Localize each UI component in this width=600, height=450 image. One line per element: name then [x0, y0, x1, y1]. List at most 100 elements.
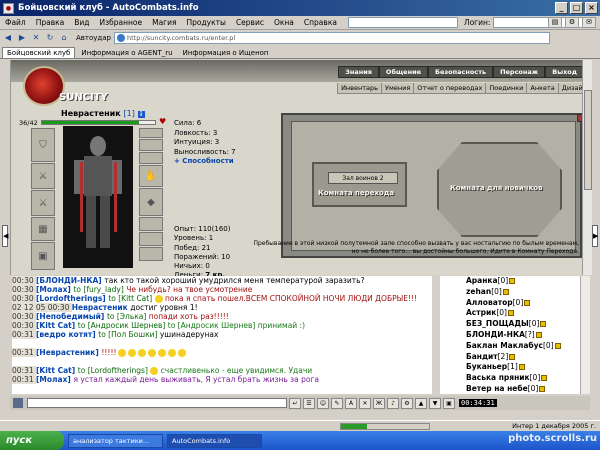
- shield-slot[interactable]: ◆: [139, 188, 163, 216]
- abilities-link[interactable]: + Способности: [174, 157, 236, 167]
- toolbar-icon[interactable]: ▤: [548, 17, 562, 28]
- menu-favorites[interactable]: Избранное: [95, 18, 148, 27]
- chat-time[interactable]: 00:31: [12, 366, 36, 375]
- user-list-item[interactable]: zehan[0]: [466, 287, 580, 298]
- translit-icon[interactable]: Ж: [373, 397, 385, 409]
- userlist-scrollbar[interactable]: [580, 276, 590, 394]
- user-list-item[interactable]: Васька пряник[0]: [466, 373, 580, 384]
- amulet-slot[interactable]: [139, 139, 163, 151]
- chat-nick[interactable]: [БЛОНДИ-НКА]: [36, 276, 104, 285]
- chat-input[interactable]: [27, 398, 287, 408]
- user-list-item[interactable]: Баклан Маклабус[0]: [466, 341, 580, 352]
- chat-nick[interactable]: [Непобедимый]: [36, 312, 107, 321]
- info-flag-icon[interactable]: [540, 321, 547, 328]
- chat-time[interactable]: 00:30: [12, 276, 36, 285]
- user-name[interactable]: Астрик: [466, 308, 496, 317]
- start-button[interactable]: пуск: [0, 431, 64, 450]
- menu-products[interactable]: Продукты: [182, 18, 231, 27]
- user-name[interactable]: Аранка: [466, 276, 498, 285]
- menu-edit[interactable]: Правка: [31, 18, 70, 27]
- chat-time[interactable]: 00:31: [12, 348, 36, 357]
- user-list-item[interactable]: Ветер на небе[0]: [466, 384, 580, 394]
- chat-nick[interactable]: [Lordoftherings]: [36, 294, 108, 303]
- chat-nick[interactable]: [Молах]: [36, 375, 73, 384]
- tab-agent-info[interactable]: Информация о AGENT_ru: [77, 48, 176, 58]
- nav-inventory[interactable]: Инвентарь: [337, 83, 381, 93]
- info-flag-icon[interactable]: [541, 375, 548, 382]
- search-input[interactable]: [347, 17, 458, 28]
- info-flag-icon[interactable]: [518, 364, 525, 371]
- forward-icon[interactable]: ▶: [16, 32, 28, 44]
- user-list-item[interactable]: Аранка[0]: [466, 276, 580, 287]
- minimize-button[interactable]: _: [555, 2, 568, 14]
- user-list-item[interactable]: Бандит[2]: [466, 352, 580, 363]
- home-icon[interactable]: ⌂: [58, 32, 70, 44]
- user-name[interactable]: Ветер на небе: [466, 384, 528, 393]
- nav-battles[interactable]: Поединки: [485, 83, 526, 93]
- chat-icon[interactable]: [13, 398, 23, 408]
- nav-character[interactable]: Персонаж: [493, 66, 546, 78]
- user-name[interactable]: Васька пряник: [466, 373, 530, 382]
- info-flag-icon[interactable]: [507, 310, 514, 317]
- tab-fight-club[interactable]: Бойцовский клуб: [2, 47, 76, 58]
- weapon-slot[interactable]: ⚔: [31, 163, 55, 189]
- chat-time[interactable]: 02 12 05 00:30: [12, 303, 72, 312]
- clear-icon[interactable]: ✎: [331, 397, 343, 409]
- chat-time[interactable]: 00:30: [12, 312, 36, 321]
- menu-file[interactable]: Файл: [0, 18, 31, 27]
- ring-slot[interactable]: [139, 217, 163, 231]
- room-transition[interactable]: Зал воинов 2 Комната перехода: [312, 162, 407, 207]
- user-name[interactable]: zehan: [466, 287, 491, 296]
- user-list-item[interactable]: Буканьер[1]: [466, 362, 580, 373]
- chat-nick[interactable]: [Kitt Cat]: [36, 321, 78, 330]
- boots-slot[interactable]: ▣: [31, 242, 55, 270]
- user-name[interactable]: Баклан Маклабус: [466, 341, 543, 350]
- left-arrow-icon[interactable]: ◀: [2, 225, 8, 247]
- url-field[interactable]: http://suncity.combats.ru/enter.pl: [114, 32, 550, 44]
- chat-recipient[interactable]: to [Андросик Шернев]: [78, 321, 168, 330]
- tab-ishenop-info[interactable]: Информация о Ищеноп: [179, 48, 273, 58]
- nav-skills[interactable]: Умения: [380, 83, 413, 93]
- gloves-slot[interactable]: ✋: [139, 165, 163, 187]
- nav-exit[interactable]: Выход: [545, 66, 584, 78]
- chat-recipient[interactable]: to [Пол Бошки]: [98, 330, 160, 339]
- chat-recipient[interactable]: to [Kitt Cat]: [108, 294, 154, 303]
- close-button[interactable]: ×: [585, 2, 598, 14]
- info-flag-icon[interactable]: [509, 353, 516, 360]
- autofill-button[interactable]: Автоудар: [76, 34, 111, 42]
- info-flag-icon[interactable]: [502, 288, 509, 295]
- nav-social[interactable]: Общение: [378, 66, 429, 78]
- helmet-slot[interactable]: ⛉: [31, 128, 55, 162]
- nav-transfers[interactable]: Отчет о переводах: [413, 83, 485, 93]
- chat-time[interactable]: 00:31: [12, 375, 36, 384]
- armor-slot[interactable]: ⚔: [31, 190, 55, 216]
- user-list-item[interactable]: БЛОНДИ-НКА[?]: [466, 330, 580, 341]
- chat-time[interactable]: 00:30: [12, 321, 36, 330]
- chat-nick[interactable]: [Молах]: [36, 285, 73, 294]
- user-list-item[interactable]: Алловатор[0]: [466, 298, 580, 309]
- frame-icon[interactable]: ▣: [443, 397, 455, 409]
- send-icon[interactable]: ↵: [289, 397, 301, 409]
- chat-recipient[interactable]: to [Lordoftherings]: [78, 366, 151, 375]
- character-name[interactable]: Неврастеник: [61, 109, 121, 118]
- highlight-icon[interactable]: A: [345, 397, 357, 409]
- chat-nick[interactable]: [Неврастеник]: [36, 348, 101, 357]
- ring-slot[interactable]: [139, 247, 163, 261]
- filter-icon[interactable]: ☰: [303, 397, 315, 409]
- back-icon[interactable]: ◀: [2, 32, 14, 44]
- earring-slot[interactable]: [139, 128, 163, 138]
- chat-nick[interactable]: [Kitt Cat]: [36, 366, 78, 375]
- info-flag-icon[interactable]: [554, 342, 561, 349]
- belt-slot[interactable]: ▦: [31, 217, 55, 241]
- maximize-button[interactable]: □: [570, 2, 583, 14]
- scroll-icon[interactable]: ▲: [415, 397, 427, 409]
- nav-profile[interactable]: Анкета: [526, 83, 557, 93]
- user-name[interactable]: Алловатор: [466, 298, 513, 307]
- nav-knowledge[interactable]: Знания: [338, 66, 379, 78]
- user-name[interactable]: Бандит: [466, 352, 498, 361]
- chat-time[interactable]: 00:30: [12, 285, 36, 294]
- task-analyzer[interactable]: анализатор тактики...: [68, 433, 163, 448]
- chat-nick[interactable]: [ведро котят]: [36, 330, 98, 339]
- smile-icon[interactable]: ☺: [317, 397, 329, 409]
- nav-security[interactable]: Безопасность: [428, 66, 494, 78]
